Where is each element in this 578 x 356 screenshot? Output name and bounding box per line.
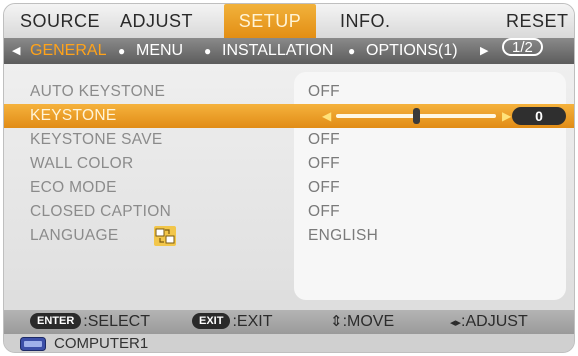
setting-label: LANGUAGE — [30, 227, 119, 244]
leftright-arrow-icon: ◂▸ — [450, 317, 462, 329]
help-move-text: :MOVE — [342, 313, 395, 330]
slider-left-arrow-icon[interactable]: ◀ — [322, 104, 331, 128]
input-source-name: COMPUTER1 — [54, 335, 149, 352]
subtab-separator: ● — [348, 44, 356, 58]
setting-value: OFF — [308, 131, 340, 148]
setting-label: KEYSTONE SAVE — [30, 131, 163, 148]
setting-row-closed-caption[interactable]: CLOSED CAPTION OFF — [4, 200, 574, 224]
setting-value: OFF — [308, 155, 340, 172]
subtab-installation[interactable]: INSTALLATION — [222, 38, 333, 64]
setting-label: WALL COLOR — [30, 155, 134, 172]
help-adjust-text: :ADJUST — [461, 313, 528, 330]
setting-label: AUTO KEYSTONE — [30, 83, 166, 100]
help-exit: EXIT:EXIT — [192, 310, 272, 334]
tab-setup[interactable]: SETUP — [224, 4, 316, 38]
main-tab-bar: SOURCE ADJUST SETUP INFO. RESET — [4, 4, 574, 38]
exit-key-icon: EXIT — [192, 313, 231, 329]
input-source-bar: COMPUTER1 — [4, 334, 574, 352]
enter-key-icon: ENTER — [30, 313, 82, 329]
help-adjust: ◂▸:ADJUST — [450, 310, 528, 335]
setting-value: OFF — [308, 179, 340, 196]
subtab-separator: ● — [118, 44, 126, 58]
page-indicator: 1/2 — [502, 38, 543, 56]
key-help-bar: ENTER:SELECT EXIT:EXIT ⇕:MOVE ◂▸:ADJUST — [4, 310, 574, 335]
setting-value: OFF — [308, 203, 340, 220]
tab-reset[interactable]: RESET — [506, 4, 569, 38]
subtab-separator: ● — [204, 44, 212, 58]
subtab-general[interactable]: GENERAL — [30, 38, 106, 64]
setting-label: KEYSTONE — [30, 107, 117, 124]
subtab-menu[interactable]: MENU — [136, 38, 183, 64]
settings-panel: AUTO KEYSTONE OFF KEYSTONE ◀ ▶ 0 KEYSTON… — [4, 64, 574, 300]
tab-source[interactable]: SOURCE — [20, 4, 100, 38]
subtab-prev-arrow-icon[interactable]: ◀ — [12, 38, 20, 64]
help-select: ENTER:SELECT — [30, 310, 150, 334]
setting-row-eco-mode[interactable]: ECO MODE OFF — [4, 176, 574, 200]
setting-row-keystone-save[interactable]: KEYSTONE SAVE OFF — [4, 128, 574, 152]
slider-right-arrow-icon[interactable]: ▶ — [502, 104, 511, 128]
tab-adjust[interactable]: ADJUST — [120, 4, 193, 38]
keystone-value-badge: 0 — [512, 107, 566, 125]
setting-value: OFF — [308, 83, 340, 100]
projector-menu: SOURCE ADJUST SETUP INFO. RESET ◀ GENERA… — [3, 3, 575, 353]
subtab-options[interactable]: OPTIONS(1) — [366, 38, 458, 64]
setting-row-language[interactable]: LANGUAGE ENGLISH — [4, 224, 574, 248]
slider-knob[interactable] — [412, 108, 420, 124]
updown-arrow-icon: ⇕ — [330, 313, 343, 330]
setting-row-wall-color[interactable]: WALL COLOR OFF — [4, 152, 574, 176]
help-move: ⇕:MOVE — [330, 310, 394, 334]
help-exit-text: :EXIT — [232, 313, 273, 330]
help-select-text: :SELECT — [83, 313, 150, 330]
keystone-slider[interactable]: ◀ ▶ 0 — [294, 104, 574, 128]
language-icon — [154, 226, 176, 246]
setting-value: ENGLISH — [308, 227, 379, 244]
tab-info[interactable]: INFO. — [340, 4, 391, 38]
setting-row-auto-keystone[interactable]: AUTO KEYSTONE OFF — [4, 80, 574, 104]
subtab-next-arrow-icon[interactable]: ▶ — [480, 38, 488, 64]
setting-row-keystone[interactable]: KEYSTONE ◀ ▶ 0 — [4, 104, 574, 128]
setting-label: ECO MODE — [30, 179, 117, 196]
subtab-bar: ◀ GENERAL ● MENU ● INSTALLATION ● OPTION… — [4, 38, 574, 64]
computer-input-icon — [20, 337, 46, 351]
setting-label: CLOSED CAPTION — [30, 203, 172, 220]
